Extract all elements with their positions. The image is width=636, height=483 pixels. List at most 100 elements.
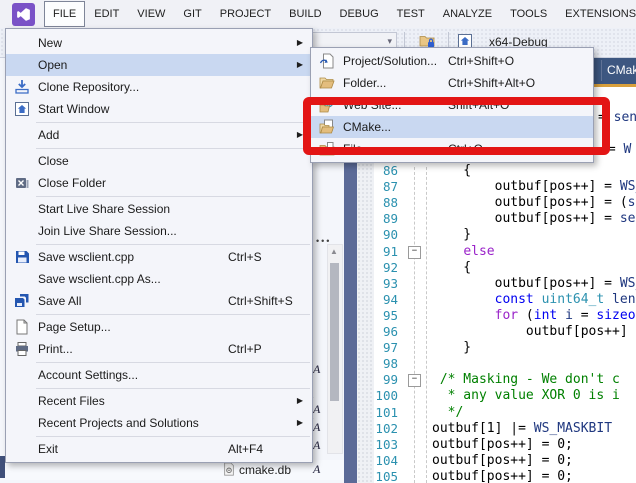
solution-explorer-scrollbar[interactable]: ▲	[327, 244, 343, 454]
menu-item-label: Project/Solution...	[343, 54, 437, 68]
code-text: outbuf[pos++] = WS_	[432, 276, 636, 292]
line-number: 103	[357, 437, 398, 453]
menubar-item-view[interactable]: VIEW	[128, 1, 174, 27]
menu-item-save-wsclient-cpp-as[interactable]: Save wsclient.cpp As...	[6, 268, 312, 290]
code-line-104[interactable]: 104outbuf[pos++] = 0;	[344, 453, 636, 470]
code-line-95[interactable]: 95 for (int i = sizeof	[344, 308, 636, 325]
tab-cmake[interactable]: CMak	[607, 63, 636, 77]
code-line-87[interactable]: 87 outbuf[pos++] = WS_	[344, 179, 636, 196]
menu-item-add[interactable]: Add▶	[6, 124, 312, 146]
menu-item-label: Close Folder	[38, 176, 106, 190]
menu-item-exit[interactable]: ExitAlt+F4	[6, 438, 312, 460]
fold-collapse-icon[interactable]: −	[408, 374, 421, 387]
save-all-icon	[14, 293, 30, 309]
menu-item-save-wsclient-cpp[interactable]: Save wsclient.cpp Ctrl+S	[6, 246, 312, 268]
menu-separator	[36, 388, 310, 389]
menubar-item-edit[interactable]: EDIT	[85, 1, 128, 27]
code-text: outbuf[pos++] = 0;	[432, 469, 573, 483]
menubar-item-project[interactable]: PROJECT	[211, 1, 280, 27]
line-number: 100	[357, 388, 398, 404]
line-number: 89	[357, 211, 398, 227]
menu-item-label: Clone Repository...	[38, 80, 139, 94]
line-number: 95	[357, 308, 398, 324]
code-line-97[interactable]: 97 }	[344, 340, 636, 357]
menu-item-new[interactable]: New▶	[6, 32, 312, 54]
code-text: outbuf[1] |= WS_MASKBIT	[432, 421, 612, 437]
menu-item-open[interactable]: Open▶	[6, 54, 312, 76]
menu-item-join-live-share-session[interactable]: Join Live Share Session...	[6, 220, 312, 242]
fold-collapse-icon[interactable]: −	[408, 246, 421, 259]
code-line-103[interactable]: 103outbuf[pos++] = 0;	[344, 437, 636, 454]
db-file-icon	[222, 462, 236, 476]
code-text: }	[432, 340, 471, 356]
code-line-101[interactable]: 101 */	[344, 405, 636, 422]
menu-item-recent-files[interactable]: Recent Files▶	[6, 390, 312, 412]
menubar-item-analyze[interactable]: ANALYZE	[434, 1, 501, 27]
menu-item-project-solution[interactable]: Project/Solution...Ctrl+Shift+O	[311, 50, 593, 72]
code-line-105[interactable]: 105 outbuf[pos++] = 0;	[344, 469, 636, 483]
line-number: 102	[357, 421, 398, 437]
menu-item-label: Open	[38, 58, 67, 72]
code-line-99[interactable]: 99− /* Masking - We don't c	[344, 372, 636, 389]
file-menu-popup: New▶Open▶ Clone Repository... Start Window…	[5, 28, 313, 463]
code-line-93[interactable]: 93 outbuf[pos++] = WS_	[344, 276, 636, 293]
code-line-98[interactable]: 98	[344, 356, 636, 373]
close-folder-icon	[14, 175, 30, 191]
code-text: * any value XOR 0 is i	[432, 388, 620, 404]
menu-item-print[interactable]: Print...Ctrl+P	[6, 338, 312, 360]
file-name: cmake.db	[239, 463, 291, 477]
menu-item-label: Exit	[38, 442, 58, 456]
menubar-item-file[interactable]: FILE	[44, 1, 85, 27]
menu-item-recent-projects-and-solutions[interactable]: Recent Projects and Solutions▶	[6, 412, 312, 434]
line-number: 96	[357, 324, 398, 340]
menu-item-start-window[interactable]: Start Window	[6, 98, 312, 120]
menu-item-account-settings[interactable]: Account Settings...	[6, 364, 312, 386]
menubar-item-test[interactable]: TEST	[388, 1, 434, 27]
code-line-89[interactable]: 89 outbuf[pos++] = sen	[344, 211, 636, 228]
code-text: {	[432, 163, 471, 179]
menu-item-page-setup[interactable]: Page Setup...	[6, 316, 312, 338]
line-number: 105	[357, 469, 398, 483]
code-line-86[interactable]: 86 {	[344, 163, 636, 180]
solution-explorer-item-cmake-db[interactable]: cmake.db A	[0, 460, 344, 480]
line-number: 99	[357, 372, 398, 388]
code-line-92[interactable]: 92 {	[344, 260, 636, 277]
menu-item-label: Save wsclient.cpp	[38, 250, 134, 264]
code-line-96[interactable]: 96 outbuf[pos++] =	[344, 324, 636, 341]
page-setup-icon	[14, 319, 30, 335]
code-line-100[interactable]: 100 * any value XOR 0 is i	[344, 388, 636, 405]
code-text: outbuf[pos++] = (se	[432, 195, 636, 211]
menu-item-close[interactable]: Close	[6, 150, 312, 172]
menu-item-folder[interactable]: Folder...Ctrl+Shift+Alt+O	[311, 72, 593, 94]
menubar-item-git[interactable]: GIT	[174, 1, 210, 27]
menu-bar: FILEEDITVIEWGITPROJECTBUILDDEBUGTESTANAL…	[0, 0, 636, 28]
save-icon	[14, 249, 30, 265]
menu-separator	[36, 362, 310, 363]
menu-item-shortcut: Ctrl+S	[228, 250, 262, 264]
code-line-94[interactable]: 94 const uint64_t len =	[344, 292, 636, 309]
menubar-item-tools[interactable]: TOOLS	[501, 1, 556, 27]
menubar-item-extensions[interactable]: EXTENSIONS	[556, 1, 636, 27]
menu-item-label: Recent Files	[38, 394, 105, 408]
code-line-88[interactable]: 88 outbuf[pos++] = (se	[344, 195, 636, 212]
scroll-up-icon[interactable]: ▲	[330, 247, 338, 256]
code-line-90[interactable]: 90 }	[344, 227, 636, 244]
menu-item-clone-repository[interactable]: Clone Repository...	[6, 76, 312, 98]
menu-item-close-folder[interactable]: Close Folder	[6, 172, 312, 194]
chevron-down-icon[interactable]: ▾	[387, 36, 392, 47]
menu-item-start-live-share-session[interactable]: Start Live Share Session	[6, 198, 312, 220]
menu-item-label: Save wsclient.cpp As...	[38, 272, 161, 286]
scrollbar-thumb[interactable]	[330, 263, 339, 401]
menu-item-label: Join Live Share Session...	[38, 224, 177, 238]
menubar-item-build[interactable]: BUILD	[280, 1, 330, 27]
code-line-91[interactable]: 91− else	[344, 244, 636, 261]
start-window-icon	[14, 101, 30, 117]
code-text: outbuf[pos++] = sen	[432, 211, 636, 227]
line-number: 91	[357, 244, 398, 260]
menubar-item-debug[interactable]: DEBUG	[331, 1, 388, 27]
git-status-badge: A	[313, 462, 320, 477]
menu-item-save-all[interactable]: Save AllCtrl+Shift+S	[6, 290, 312, 312]
code-text: for (int i = sizeof	[432, 308, 636, 324]
line-number: 97	[357, 340, 398, 356]
code-line-102[interactable]: 102 outbuf[1] |= WS_MASKBIT	[344, 421, 636, 438]
